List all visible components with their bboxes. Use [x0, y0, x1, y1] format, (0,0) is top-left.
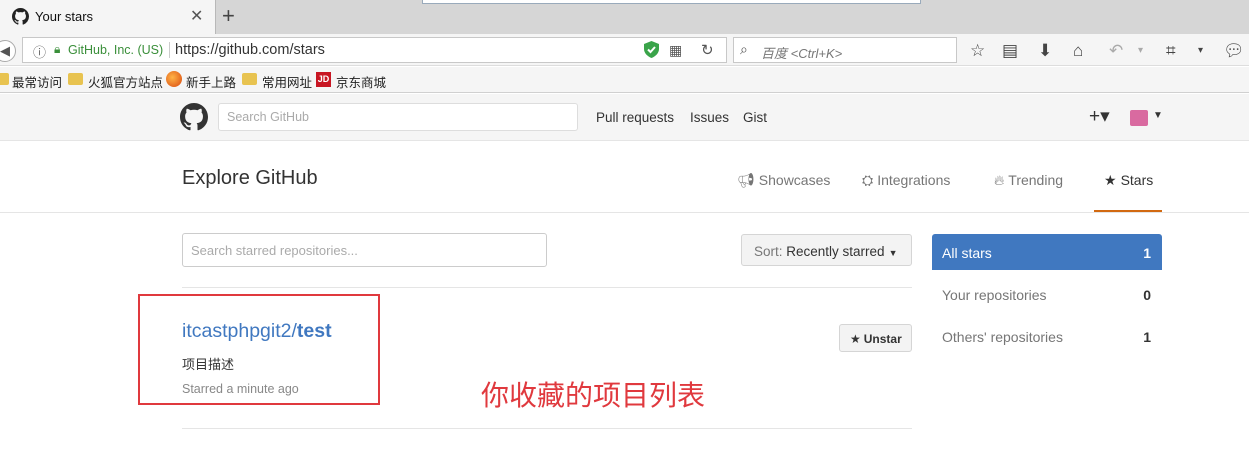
sort-dropdown[interactable]: Sort: Recently starred ▼ — [741, 234, 912, 266]
firefox-icon — [166, 71, 182, 87]
github-search-input[interactable] — [218, 103, 578, 131]
nav-pull-requests[interactable]: Pull requests — [596, 110, 674, 125]
caret-down-icon: ▼ — [888, 248, 898, 258]
refresh-icon[interactable]: ↻ — [701, 41, 714, 59]
sidebar-item-count: 0 — [1143, 287, 1151, 303]
crop-dropdown-icon[interactable]: ▾ — [1198, 45, 1203, 56]
sidebar-item-your-repositories[interactable]: Your repositories 0 — [932, 276, 1162, 312]
sidebar-item-count: 1 — [1143, 329, 1151, 345]
sidebar-item-count: 1 — [1143, 245, 1151, 261]
annotation-text: 你收藏的项目列表 — [481, 379, 706, 412]
browser-tab-bar: Your stars ✕ + — [0, 0, 1249, 34]
starred-time: Starred a minute ago — [182, 382, 299, 396]
github-favicon-icon — [12, 8, 29, 25]
undo-dropdown-icon[interactable]: ▾ — [1138, 45, 1143, 56]
jd-icon: JD — [316, 72, 331, 87]
list-divider — [182, 428, 912, 429]
bookmark-getting-started[interactable]: 新手上路 — [186, 72, 236, 91]
sidebar-item-all-stars[interactable]: All stars 1 — [932, 234, 1162, 270]
flame-icon: 🔥︎ — [994, 172, 1005, 188]
nav-gist[interactable]: Gist — [743, 110, 767, 125]
unstar-label: Unstar — [863, 332, 902, 346]
repo-description: 项目描述 — [182, 357, 235, 372]
tab-label: Trending — [1008, 172, 1064, 188]
info-icon[interactable]: ⓘ — [33, 42, 46, 61]
page-title: Explore GitHub — [182, 167, 318, 189]
back-arrow-icon[interactable]: ◀ — [0, 40, 16, 62]
qr-code-icon[interactable]: ▦ — [669, 42, 682, 59]
megaphone-icon: 📢︎ — [737, 172, 755, 188]
sidebar-item-label: Others' repositories — [942, 329, 1063, 345]
home-icon[interactable]: ⌂ — [1073, 41, 1083, 61]
repo-owner: itcastphpgit2 — [182, 320, 292, 342]
tab-label: Integrations — [877, 172, 951, 188]
chat-icon[interactable]: 💬︎ — [1223, 41, 1245, 61]
shield-icon[interactable] — [644, 41, 659, 58]
repo-name: test — [296, 320, 332, 342]
url-text[interactable]: https://github.com/stars — [175, 42, 325, 58]
star-icon: ★ — [1104, 172, 1117, 188]
star-icon: ★ — [850, 332, 861, 346]
new-tab-icon[interactable]: + — [222, 3, 235, 29]
explore-header: Explore GitHub 📢︎ Showcases ⛭ Integrations… — [0, 142, 1249, 213]
tab-stars[interactable]: ★ Stars — [1104, 172, 1153, 189]
bookmark-star-icon[interactable]: ☆ — [970, 41, 985, 61]
lock-icon: 🔒︎ — [54, 42, 61, 56]
search-icon: ⌕ — [740, 41, 748, 57]
create-new-plus-icon[interactable]: +▾ — [1089, 105, 1110, 128]
tab-title: Your stars — [35, 9, 94, 24]
bookmark-firefox-official[interactable]: 火狐官方站点 — [88, 72, 163, 91]
search-starred-input[interactable] — [182, 233, 547, 267]
sort-prefix: Sort: — [754, 244, 787, 259]
crop-icon[interactable]: ⌗ — [1166, 41, 1176, 61]
github-header: Pull requests Issues Gist +▾ ▼ — [0, 94, 1249, 141]
list-divider — [182, 287, 912, 288]
sidebar-item-label: All stars — [942, 245, 992, 261]
sidebar-item-label: Your repositories — [942, 287, 1047, 303]
bookmark-common-sites[interactable]: 常用网址 — [262, 72, 312, 91]
reader-list-icon[interactable]: ▤ — [1002, 41, 1018, 61]
bookmark-most-visited[interactable]: 最常访问 — [12, 72, 62, 91]
bookmark-jd-mall[interactable]: 京东商城 — [336, 72, 386, 91]
folder-icon — [242, 73, 257, 85]
plug-icon: ⛭ — [862, 172, 874, 188]
download-icon[interactable]: ⬇ — [1038, 41, 1052, 61]
nav-issues[interactable]: Issues — [690, 110, 729, 125]
browser-tab[interactable]: Your stars ✕ — [0, 0, 216, 34]
unstar-button[interactable]: ★ Unstar — [839, 324, 912, 352]
browser-search-bar[interactable]: ⌕ 百度 <Ctrl+K> — [733, 37, 957, 63]
folder-icon — [0, 73, 9, 85]
search-placeholder: 百度 <Ctrl+K> — [761, 46, 843, 61]
avatar[interactable] — [1130, 110, 1148, 126]
site-identity[interactable]: GitHub, Inc. (US) — [68, 43, 163, 57]
bookmarks-bar: 最常访问 火狐官方站点 新手上路 常用网址 JD 京东商城 — [0, 67, 1249, 93]
avatar-dropdown-icon[interactable]: ▼ — [1153, 110, 1163, 121]
active-tab-indicator — [1094, 210, 1162, 212]
undo-icon[interactable]: ↶ — [1109, 41, 1123, 61]
tab-label: Showcases — [758, 172, 831, 188]
tab-close-icon[interactable]: ✕ — [190, 6, 203, 26]
tab-trending[interactable]: 🔥︎ Trending — [994, 172, 1063, 189]
tab-integrations[interactable]: ⛭ Integrations — [862, 172, 950, 189]
url-bar[interactable]: ⓘ 🔒︎ GitHub, Inc. (US) https://github.co… — [22, 37, 727, 63]
tab-showcases[interactable]: 📢︎ Showcases — [737, 172, 830, 189]
browser-nav-bar: ◀ ⓘ 🔒︎ GitHub, Inc. (US) https://github.… — [0, 34, 1249, 66]
sort-value: Recently starred — [786, 244, 885, 259]
window-edge — [422, 0, 921, 4]
url-divider — [169, 42, 170, 58]
sidebar-item-others-repositories[interactable]: Others' repositories 1 — [932, 318, 1162, 354]
tab-label: Stars — [1120, 172, 1154, 188]
repo-link[interactable]: itcastphpgit2/test — [182, 320, 332, 343]
github-logo-icon[interactable] — [180, 103, 208, 131]
folder-icon — [68, 73, 83, 85]
